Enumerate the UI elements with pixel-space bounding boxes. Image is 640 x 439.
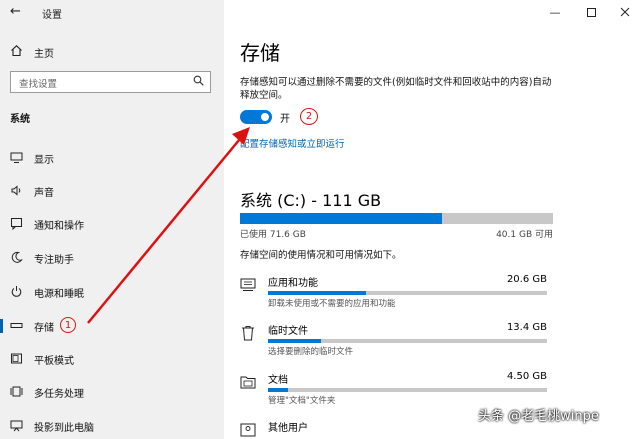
sidebar-item-label: 存储 [34,323,54,334]
apps-icon [240,277,256,293]
configure-storage-sense-link[interactable]: 配置存储感知或立即运行 [240,136,345,150]
usage-info-text: 存储空间的使用情况和可用情况如下。 [240,250,402,261]
close-icon [620,7,630,17]
sidebar-item-label: 专注助手 [34,255,74,266]
category-name: 应用和功能 [268,278,318,289]
storage-sense-description: 存储感知可以通过删除不需要的文件(例如临时文件和回收站中的内容)自动释放空间。 [240,77,552,101]
selected-indicator [0,319,3,333]
used-space-label: 已使用 71.6 GB [240,230,306,240]
sidebar-section-title: 系统 [10,114,30,125]
category-name: 文档 [268,375,288,386]
maximize-icon [586,7,596,17]
folder-icon [240,374,256,390]
minimize-icon: — [549,5,561,19]
power-icon [10,285,23,298]
category-bar-fill [268,388,288,392]
moon-icon [10,251,23,264]
annotation-step-1: 1 [60,317,76,333]
storage-icon [10,319,23,332]
monitor-icon [10,151,23,164]
category-desc: 管理"文档"文件夹 [268,396,336,406]
drive-usage-fill [240,213,442,224]
page-title: 存储 [240,41,280,65]
free-space-label: 40.1 GB 可用 [496,230,553,240]
back-arrow-icon: ← [10,4,21,19]
sidebar-item-label: 平板模式 [34,356,74,367]
close-button[interactable] [610,2,640,22]
users-icon [240,421,256,437]
category-bar [268,291,547,295]
sidebar-item-label: 通知和操作 [34,221,84,232]
search-placeholder: 查找设置 [19,79,58,90]
category-size: 4.50 GB [506,371,547,382]
minimize-button[interactable]: — [540,2,570,22]
category-bar-fill [268,291,366,295]
watermark: 头条 @老毛桃winpe [478,409,599,424]
sidebar-item-label: 投影到此电脑 [34,423,94,434]
sidebar-item-label: 电源和睡眠 [34,289,84,300]
annotation-step-2: 2 [300,108,318,125]
maximize-button[interactable] [576,2,606,22]
category-desc: 卸载未使用或不需要的应用和功能 [268,299,396,309]
category-bar-fill [268,339,321,343]
toggle-state-label: 开 [280,114,290,125]
tablet-icon [10,352,23,365]
category-desc: 选择要删除的临时文件 [268,347,354,357]
search-input[interactable]: 查找设置 [10,71,211,93]
notification-icon [10,217,23,230]
toggle-knob [261,113,269,121]
sidebar-item-label: 多任务处理 [34,389,84,400]
back-button[interactable]: ← [10,4,21,19]
category-name: 临时文件 [268,326,308,337]
storage-sense-toggle[interactable] [240,110,272,124]
sidebar-item-label: 声音 [34,188,54,199]
sidebar-item-label: 显示 [34,155,54,166]
home-icon [10,44,23,57]
search-icon [193,75,204,89]
drive-title: 系统 (C:) - 111 GB [240,191,382,210]
project-icon [10,419,23,432]
main-content: — 存储 存储感知可以通过删除不需要的文件(例如临时文件和回收站中的内容)自动释… [224,0,640,439]
multitask-icon [10,385,23,398]
trash-icon [240,325,256,341]
sidebar-home-label: 主页 [34,49,54,60]
drive-usage-bar [240,213,553,224]
category-size: 20.6 GB [506,274,547,285]
category-name: 其他用户 [268,423,308,434]
category-size: 13.4 GB [506,322,547,333]
category-bar [268,339,547,343]
window-title: 设置 [42,10,62,21]
category-bar [268,388,547,392]
sidebar: ← 设置 主页 查找设置 系统 显示 声音 通知和操作 专注助手 电源和睡眠 存… [0,0,224,439]
speaker-icon [10,184,23,197]
